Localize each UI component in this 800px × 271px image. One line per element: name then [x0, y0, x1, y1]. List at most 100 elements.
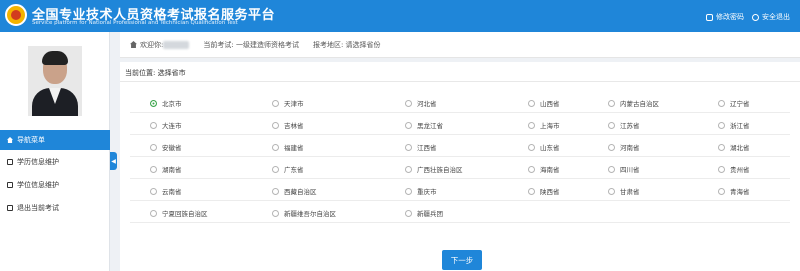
province-radio[interactable] — [608, 121, 615, 129]
province-option[interactable]: 江苏省 — [608, 115, 640, 135]
province-option[interactable]: 青海省 — [718, 181, 750, 201]
province-label: 福建省 — [284, 144, 304, 152]
province-option[interactable]: 河南省 — [608, 137, 640, 157]
province-radio[interactable] — [405, 187, 412, 195]
next-step-button[interactable]: 下一步 — [442, 250, 482, 270]
sidebar-item-exit-exam[interactable]: 退出当前考试 — [0, 198, 110, 218]
province-option[interactable]: 西藏自治区 — [272, 181, 317, 201]
province-option[interactable]: 陕西省 — [528, 181, 560, 201]
province-radio[interactable] — [608, 187, 615, 195]
province-radio[interactable] — [528, 187, 535, 195]
province-option[interactable]: 大连市 — [150, 115, 182, 135]
province-option[interactable]: 四川省 — [608, 159, 640, 179]
province-radio[interactable] — [150, 209, 157, 217]
breadcrumb: 当前位置: 选择省市 — [125, 69, 186, 77]
province-radio[interactable] — [272, 187, 279, 195]
change-password-link[interactable]: 修改密码 — [706, 12, 744, 22]
province-option[interactable]: 福建省 — [272, 137, 304, 157]
province-radio[interactable] — [405, 165, 412, 173]
province-option[interactable]: 北京市 — [150, 93, 182, 113]
province-label: 陕西省 — [540, 188, 560, 196]
sidebar-item-label: 学历信息维护 — [17, 158, 59, 166]
province-radio[interactable] — [608, 165, 615, 173]
province-radio[interactable] — [272, 143, 279, 151]
province-option[interactable]: 山西省 — [528, 93, 560, 113]
province-radio[interactable] — [150, 165, 157, 173]
province-option[interactable]: 河北省 — [405, 93, 437, 113]
province-option[interactable]: 海南省 — [528, 159, 560, 179]
province-label: 广东省 — [284, 166, 304, 174]
province-radio[interactable] — [528, 99, 535, 107]
province-label: 湖北省 — [730, 144, 750, 152]
province-option[interactable]: 吉林省 — [272, 115, 304, 135]
province-label: 内蒙古自治区 — [620, 100, 659, 108]
province-option[interactable]: 宁夏回族自治区 — [150, 203, 208, 223]
province-option[interactable]: 上海市 — [528, 115, 560, 135]
sidebar-collapse-toggle[interactable]: ◀ — [110, 152, 117, 170]
welcome-label: 欢迎你: — [140, 40, 164, 49]
power-icon — [752, 13, 759, 21]
exit-icon — [7, 205, 13, 211]
province-radio[interactable] — [150, 143, 157, 151]
province-option[interactable]: 云南省 — [150, 181, 182, 201]
province-radio[interactable] — [150, 121, 157, 129]
province-radio[interactable] — [405, 99, 412, 107]
province-option[interactable]: 广西壮族自治区 — [405, 159, 463, 179]
province-option[interactable]: 湖南省 — [150, 159, 182, 179]
province-option[interactable]: 湖北省 — [718, 137, 750, 157]
province-option[interactable]: 甘肃省 — [608, 181, 640, 201]
province-label: 湖南省 — [162, 166, 182, 174]
province-row: 云南省 西藏自治区 重庆市 陕西省 甘肃省 青海省 — [130, 181, 790, 201]
province-label: 浙江省 — [730, 122, 750, 130]
province-radio[interactable] — [528, 165, 535, 173]
province-option[interactable]: 山东省 — [528, 137, 560, 157]
province-panel: 当前位置: 选择省市 北京市 天津市 河北省 山西省 内蒙古自治区 辽宁省大连市 吉林省 黑龙… — [120, 62, 800, 271]
logout-link[interactable]: 安全退出 — [752, 12, 790, 22]
province-radio[interactable] — [272, 209, 279, 217]
avatar — [28, 46, 82, 116]
province-label: 河南省 — [620, 144, 640, 152]
sidebar-item-nav-menu[interactable]: 导航菜单 — [0, 130, 110, 150]
province-radio[interactable] — [272, 165, 279, 173]
province-option[interactable]: 辽宁省 — [718, 93, 750, 113]
province-label: 重庆市 — [417, 188, 437, 196]
province-row: 湖南省 广东省 广西壮族自治区 海南省 四川省 贵州省 — [130, 159, 790, 179]
province-option[interactable]: 江西省 — [405, 137, 437, 157]
province-option[interactable]: 贵州省 — [718, 159, 750, 179]
lock-icon — [706, 13, 713, 21]
province-radio[interactable] — [150, 187, 157, 195]
province-radio[interactable] — [405, 121, 412, 129]
province-radio[interactable] — [718, 165, 725, 173]
province-option[interactable]: 安徽省 — [150, 137, 182, 157]
province-label: 贵州省 — [730, 166, 750, 174]
province-radio[interactable] — [608, 143, 615, 151]
province-option[interactable]: 重庆市 — [405, 181, 437, 201]
province-row: 北京市 天津市 河北省 山西省 内蒙古自治区 辽宁省 — [130, 93, 790, 113]
province-radio[interactable] — [608, 99, 615, 107]
province-radio[interactable] — [405, 143, 412, 151]
province-option[interactable]: 天津市 — [272, 93, 304, 113]
chevron-left-icon: ◀ — [111, 157, 116, 165]
province-option[interactable]: 内蒙古自治区 — [608, 93, 659, 113]
province-option[interactable]: 黑龙江省 — [405, 115, 443, 135]
province-radio[interactable] — [718, 99, 725, 107]
province-radio[interactable] — [272, 121, 279, 129]
province-radio[interactable] — [718, 187, 725, 195]
province-radio[interactable] — [718, 143, 725, 151]
province-radio[interactable] — [528, 121, 535, 129]
province-radio[interactable] — [272, 99, 279, 107]
sidebar-item-label: 导航菜单 — [17, 136, 45, 144]
province-label: 西藏自治区 — [284, 188, 317, 196]
province-radio[interactable] — [405, 209, 412, 217]
province-label: 新疆兵团 — [417, 210, 443, 218]
sidebar-item-degree[interactable]: 学位信息维护 — [0, 175, 110, 195]
province-option[interactable]: 新疆兵团 — [405, 203, 443, 223]
province-option[interactable]: 广东省 — [272, 159, 304, 179]
province-radio[interactable] — [150, 99, 157, 107]
province-radio[interactable] — [718, 121, 725, 129]
province-option[interactable]: 浙江省 — [718, 115, 750, 135]
province-radio[interactable] — [528, 143, 535, 151]
sidebar-item-education[interactable]: 学历信息维护 — [0, 152, 110, 172]
province-option[interactable]: 新疆维吾尔自治区 — [272, 203, 336, 223]
sidebar-item-label: 学位信息维护 — [17, 181, 59, 189]
